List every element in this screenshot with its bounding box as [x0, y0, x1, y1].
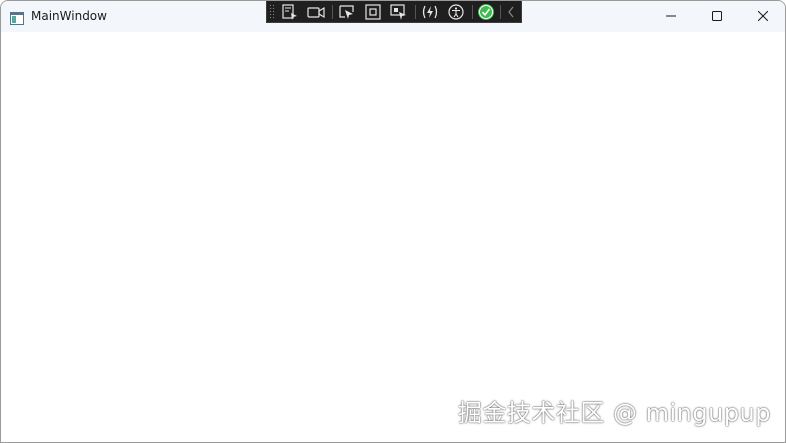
go-to-live-visual-tree-button[interactable] [280, 3, 300, 21]
go-to-live-visual-tree-icon [282, 4, 297, 20]
window-title: MainWindow [31, 9, 107, 23]
hot-reload-icon [422, 5, 438, 19]
select-element-button[interactable] [337, 3, 357, 21]
select-element-camera-icon [307, 6, 325, 19]
close-icon [758, 11, 768, 21]
select-element-camera-button[interactable] [306, 3, 326, 21]
xaml-runtime-toolbar [266, 1, 522, 23]
maximize-button[interactable] [694, 1, 740, 31]
close-button[interactable] [740, 1, 785, 31]
toolbar-grip-icon[interactable] [270, 4, 276, 19]
maximize-icon [712, 11, 722, 21]
minimize-button[interactable] [648, 1, 694, 31]
toolbar-separator [500, 5, 501, 19]
accessibility-icon [448, 4, 464, 20]
toolbar-separator [415, 5, 416, 19]
window-app-icon [10, 10, 24, 25]
toolbar-separator [472, 5, 473, 19]
display-layout-adorners-button[interactable] [363, 3, 383, 21]
collapse-chevron-icon [508, 6, 514, 18]
check-status-button[interactable] [476, 3, 496, 21]
check-status-icon [478, 4, 494, 20]
display-layout-adorners-icon [365, 4, 381, 20]
main-window: MainWindow 掘金技术社区 @ mingupup [0, 0, 786, 443]
accessibility-button[interactable] [446, 3, 466, 21]
toolbar-separator [332, 5, 333, 19]
hot-reload-button[interactable] [420, 3, 440, 21]
track-focus-button[interactable] [389, 3, 409, 21]
track-focus-icon [390, 4, 406, 20]
minimize-icon [666, 15, 676, 17]
watermark: 掘金技术社区 @ mingupup [457, 399, 771, 427]
collapse-toolbar-button[interactable] [503, 3, 519, 21]
select-element-icon [339, 5, 354, 19]
window-content-area [1, 32, 785, 442]
